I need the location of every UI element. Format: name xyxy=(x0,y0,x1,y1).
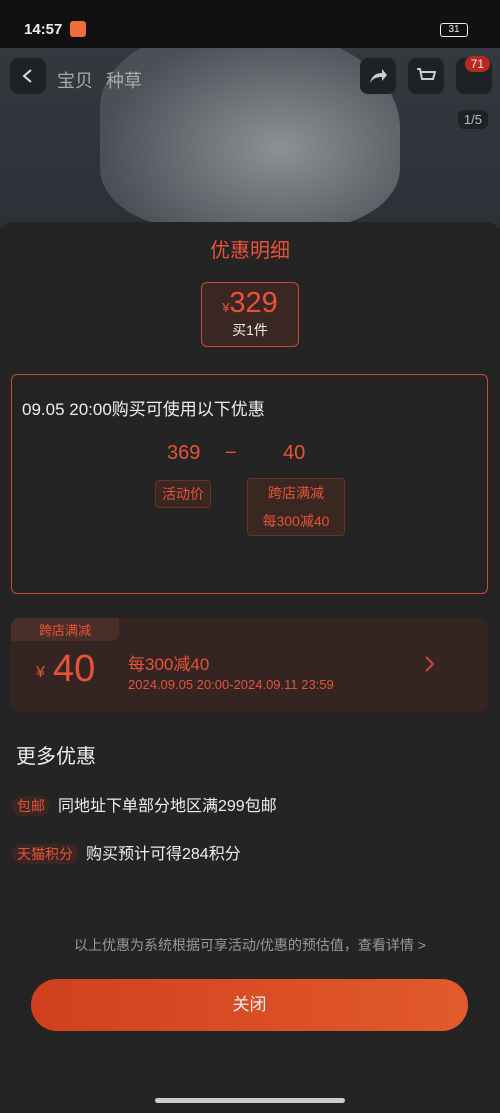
more-title: 更多优惠 xyxy=(16,746,96,768)
coupon-period: 2024.09.05 20:00-2024.09.11 23:59 xyxy=(128,677,334,692)
discount-sheet: 优惠明细 ¥329 买1件 09.05 20:00购买可使用以下优惠 369 −… xyxy=(0,222,500,1113)
app-notification-icon xyxy=(70,21,86,37)
share-button[interactable] xyxy=(360,58,396,94)
price-b: 40 xyxy=(283,442,306,464)
coupon-tag: 跨店满减 xyxy=(11,618,120,641)
cart-icon xyxy=(417,68,436,80)
coupon-card[interactable]: 跨店满减 ¥ 40 每300减40 2024.09.05 20:00-2024.… xyxy=(11,618,488,712)
coupon-symbol: ¥ xyxy=(36,664,45,681)
chevron-right-icon xyxy=(425,656,435,672)
coupon-rule: 每300减40 xyxy=(128,655,210,674)
tab-grass[interactable]: 种草 xyxy=(106,67,142,93)
label-cross-store: 跨店满减 每300减40 xyxy=(247,478,345,536)
counter-badge: 1/5 xyxy=(457,110,488,129)
minus-sign: − xyxy=(225,442,237,464)
cart-button[interactable] xyxy=(408,58,444,94)
card-title: 09.05 20:00购买可使用以下优惠 xyxy=(22,400,265,419)
status-time: 14:57 xyxy=(24,21,63,38)
home-indicator[interactable] xyxy=(155,1098,345,1103)
battery-icon: 31 xyxy=(440,23,468,37)
more-button[interactable]: 71 xyxy=(456,56,492,94)
tab-item[interactable]: 宝贝 xyxy=(57,67,93,93)
shoe-image xyxy=(100,48,400,228)
close-button[interactable]: 关闭 xyxy=(31,979,468,1031)
share-icon xyxy=(370,69,387,83)
back-button[interactable] xyxy=(10,58,46,94)
more-item-shipping: 包邮 同地址下单部分地区满299包邮 xyxy=(12,792,277,816)
details-link[interactable]: 以上优惠为系统根据可享活动/优惠的预估值，查看详情 > xyxy=(0,935,500,955)
sheet-title: 优惠明细 xyxy=(210,240,290,262)
price-box[interactable]: ¥329 买1件 xyxy=(201,282,299,347)
final-price: 329 xyxy=(229,287,278,319)
price-a: 369 xyxy=(167,442,201,464)
message-badge: 71 xyxy=(464,56,490,72)
coupon-amount: 40 xyxy=(53,648,96,690)
label-activity-price: 活动价 xyxy=(155,480,211,508)
discount-card: 09.05 20:00购买可使用以下优惠 369 − 40 活动价 跨店满减 每3… xyxy=(11,374,488,594)
back-icon xyxy=(22,69,32,83)
more-item-points: 天猫积分 购买预计可得284积分 xyxy=(12,840,241,864)
quantity: 买1件 xyxy=(232,322,268,338)
